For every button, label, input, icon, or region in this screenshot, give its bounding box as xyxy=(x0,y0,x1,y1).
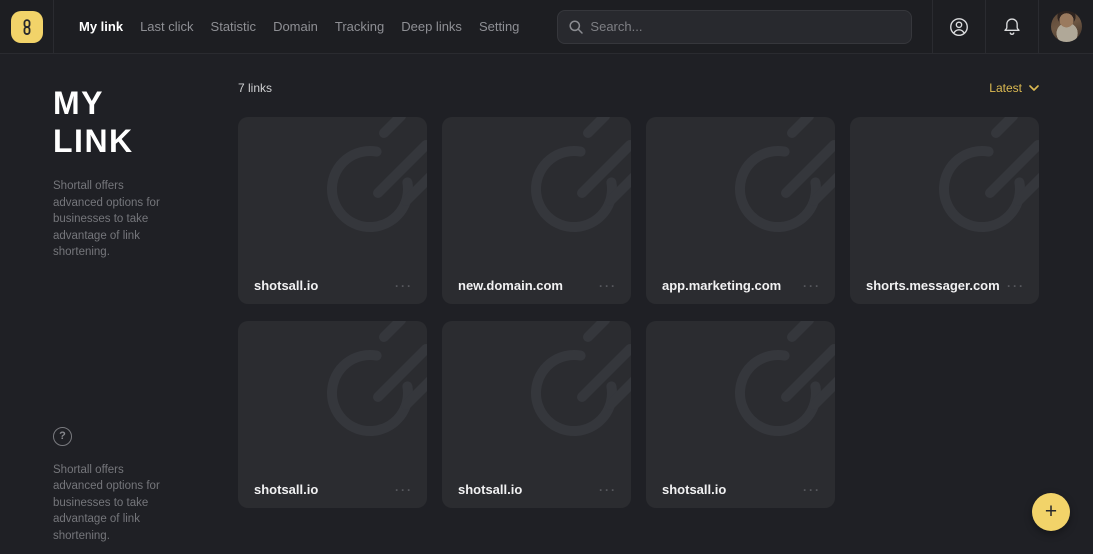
link-name: shotsall.io xyxy=(662,482,726,497)
link-card[interactable]: app.marketing.com ··· xyxy=(646,117,835,304)
nav-item-setting[interactable]: Setting xyxy=(479,19,519,34)
account-icon xyxy=(948,16,970,38)
link-name: shotsall.io xyxy=(254,278,318,293)
more-options-button[interactable]: ··· xyxy=(599,281,617,291)
link-watermark-icon xyxy=(646,117,835,252)
topbar: My link Last click Statistic Domain Trac… xyxy=(0,0,1093,54)
nav-item-domain[interactable]: Domain xyxy=(273,19,318,34)
nav-item-tracking[interactable]: Tracking xyxy=(335,19,384,34)
link-watermark-icon xyxy=(442,117,631,252)
account-button[interactable] xyxy=(933,0,985,53)
avatar-cell xyxy=(1039,0,1093,53)
link-name: app.marketing.com xyxy=(662,278,781,293)
add-link-button[interactable]: + xyxy=(1032,493,1070,531)
page-title-line2: LINK xyxy=(53,122,208,160)
nav-item-last-click[interactable]: Last click xyxy=(140,19,193,34)
more-options-button[interactable]: ··· xyxy=(599,485,617,495)
chevron-down-icon xyxy=(1029,85,1039,91)
help-icon[interactable]: ? xyxy=(53,427,72,446)
link-watermark-icon xyxy=(442,321,631,456)
user-avatar[interactable] xyxy=(1051,11,1082,42)
bell-icon xyxy=(1002,16,1022,38)
link-card[interactable]: shotsall.io ··· xyxy=(442,321,631,508)
page-title-line1: MY xyxy=(53,84,208,122)
link-card[interactable]: new.domain.com ··· xyxy=(442,117,631,304)
link-watermark-icon xyxy=(646,321,835,456)
nav-item-deep-links[interactable]: Deep links xyxy=(401,19,462,34)
sort-label: Latest xyxy=(989,81,1022,95)
search-area xyxy=(519,0,932,53)
more-options-button[interactable]: ··· xyxy=(803,281,821,291)
link-watermark-icon xyxy=(238,117,427,252)
sidebar: MY LINK Shortall offers advanced options… xyxy=(0,54,238,554)
page-body: MY LINK Shortall offers advanced options… xyxy=(0,54,1093,554)
link-name: new.domain.com xyxy=(458,278,563,293)
more-options-button[interactable]: ··· xyxy=(803,485,821,495)
app-logo[interactable] xyxy=(11,11,43,43)
links-grid: shotsall.io ··· new.domain.com ··· xyxy=(238,117,1039,508)
link-card[interactable]: shotsall.io ··· xyxy=(646,321,835,508)
chain-link-icon xyxy=(18,18,36,36)
link-card[interactable]: shorts.messager.com ··· xyxy=(850,117,1039,304)
more-options-button[interactable]: ··· xyxy=(1007,281,1025,291)
link-name: shotsall.io xyxy=(254,482,318,497)
link-name: shorts.messager.com xyxy=(866,278,1000,293)
nav-item-statistic[interactable]: Statistic xyxy=(211,19,257,34)
search-icon xyxy=(568,19,584,35)
notifications-button[interactable] xyxy=(986,0,1038,53)
nav-item-my-link[interactable]: My link xyxy=(79,19,123,34)
sort-dropdown[interactable]: Latest xyxy=(989,81,1039,95)
help-row: ? xyxy=(53,427,208,446)
link-watermark-icon xyxy=(238,321,427,456)
link-name: shotsall.io xyxy=(458,482,522,497)
link-card[interactable]: shotsall.io ··· xyxy=(238,117,427,304)
logo-cell xyxy=(0,0,53,53)
sidebar-description: Shortall offers advanced options for bus… xyxy=(53,178,171,261)
more-options-button[interactable]: ··· xyxy=(395,281,413,291)
link-card[interactable]: shotsall.io ··· xyxy=(238,321,427,508)
help-description: Shortall offers advanced options for bus… xyxy=(53,462,171,545)
page-title: MY LINK xyxy=(53,84,208,160)
more-options-button[interactable]: ··· xyxy=(395,485,413,495)
search-input[interactable] xyxy=(557,10,912,44)
list-header: 7 links Latest xyxy=(238,80,1039,96)
main-content: 7 links Latest shotsall.io ··· xyxy=(238,54,1093,554)
links-count: 7 links xyxy=(238,81,272,95)
main-nav: My link Last click Statistic Domain Trac… xyxy=(54,0,519,53)
link-watermark-icon xyxy=(850,117,1039,252)
